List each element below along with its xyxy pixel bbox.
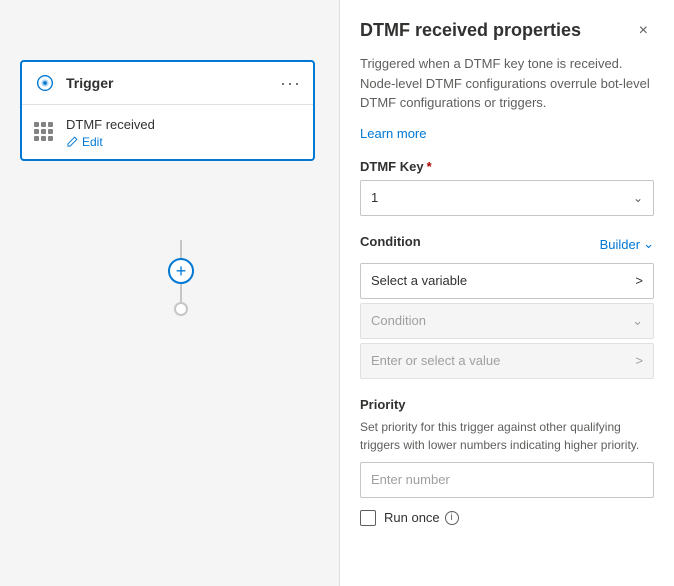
dtmf-key-label: DTMF Key * [360, 159, 654, 174]
connector-line-bottom [180, 284, 182, 302]
chevron-down-icon: ⌄ [643, 236, 654, 252]
properties-panel: DTMF received properties × Triggered whe… [340, 0, 674, 586]
dtmf-key-section: DTMF Key * 1 ⌄ [360, 159, 654, 216]
value-placeholder: Enter or select a value [371, 353, 500, 368]
chevron-down-icon: ⌄ [633, 191, 643, 205]
condition-label: Condition [360, 234, 421, 249]
edit-icon [66, 136, 78, 148]
run-once-label: Run once i [384, 510, 459, 525]
condition-row: Condition ⌄ [360, 303, 654, 339]
close-button[interactable]: × [633, 20, 654, 42]
condition-placeholder: Condition [371, 313, 426, 328]
edit-link[interactable]: Edit [66, 135, 155, 149]
value-row: Enter or select a value > [360, 343, 654, 379]
panel-title: DTMF received properties [360, 20, 581, 41]
learn-more-link[interactable]: Learn more [360, 126, 426, 141]
run-once-row: Run once i [360, 510, 654, 526]
chevron-down-icon: ⌄ [632, 313, 643, 329]
trigger-icon [34, 72, 56, 94]
connector-line-top [180, 240, 182, 258]
trigger-title: Trigger [66, 75, 113, 91]
variable-select-dropdown[interactable]: Select a variable > [360, 263, 654, 299]
condition-section: Condition Builder ⌄ Select a variable > … [360, 234, 654, 379]
canvas-area: Trigger ··· DTMF received Edit [0, 0, 340, 586]
trigger-header: Trigger ··· [22, 62, 313, 105]
dtmf-label: DTMF received [66, 117, 155, 132]
condition-header: Condition Builder ⌄ [360, 234, 654, 255]
dtmf-key-dropdown[interactable]: 1 ⌄ [360, 180, 654, 216]
variable-select-placeholder: Select a variable [371, 273, 467, 288]
run-once-checkbox[interactable] [360, 510, 376, 526]
trigger-header-left: Trigger [34, 72, 113, 94]
connector-area: + [168, 240, 194, 316]
priority-description: Set priority for this trigger against ot… [360, 418, 654, 454]
end-circle [174, 302, 188, 316]
priority-input[interactable] [360, 462, 654, 498]
add-step-button[interactable]: + [168, 258, 194, 284]
panel-description: Triggered when a DTMF key tone is receiv… [360, 54, 654, 113]
chevron-right-icon: > [635, 353, 643, 368]
dtmf-grid-icon [34, 122, 56, 144]
priority-section: Priority Set priority for this trigger a… [360, 397, 654, 526]
panel-header: DTMF received properties × [360, 20, 654, 42]
dtmf-content: DTMF received Edit [66, 117, 155, 149]
info-icon[interactable]: i [445, 511, 459, 525]
priority-label: Priority [360, 397, 654, 412]
chevron-right-icon: > [635, 273, 643, 288]
dtmf-item: DTMF received Edit [22, 105, 313, 159]
trigger-menu-button[interactable]: ··· [280, 73, 301, 94]
builder-link[interactable]: Builder ⌄ [600, 236, 654, 252]
trigger-node: Trigger ··· DTMF received Edit [20, 60, 315, 161]
dtmf-key-value: 1 [371, 190, 378, 205]
required-star: * [427, 159, 432, 174]
